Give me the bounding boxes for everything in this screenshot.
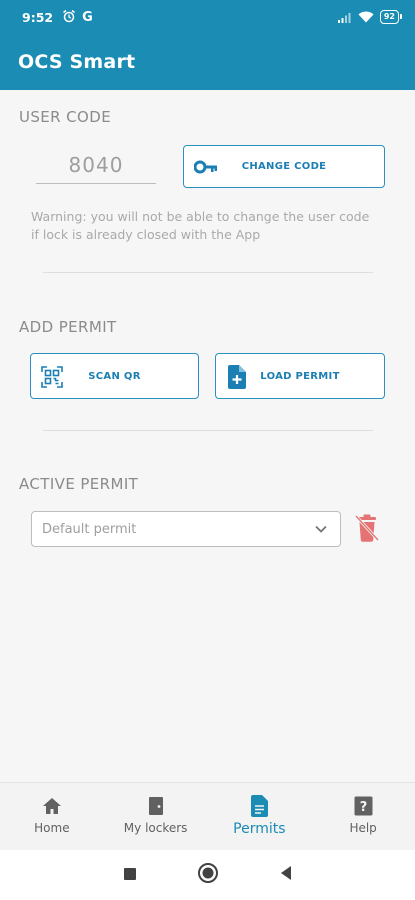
permit-selected-value: Default permit: [42, 521, 137, 537]
scan-qr-button[interactable]: SCAN QR: [30, 353, 199, 399]
user-code-field[interactable]: 8040: [36, 150, 156, 184]
help-icon: ?: [354, 795, 373, 817]
battery-icon: 92: [379, 10, 403, 24]
google-icon: G: [82, 9, 93, 25]
bottom-nav: Home My lockers Permits ? Help: [0, 782, 415, 850]
change-code-button[interactable]: CHANGE CODE: [183, 145, 385, 188]
svg-text:?: ?: [359, 800, 367, 815]
chevron-down-icon: [314, 522, 328, 540]
divider: [43, 272, 373, 273]
wifi-icon: [358, 8, 374, 27]
nav-label-home: Home: [34, 821, 70, 835]
add-permit-title: ADD PERMIT: [19, 318, 117, 336]
home-icon: [42, 795, 62, 817]
app-title: OCS Smart: [18, 51, 136, 73]
nav-label-my-lockers: My lockers: [123, 821, 188, 835]
add-file-icon: [228, 365, 246, 389]
nav-label-help: Help: [349, 821, 377, 835]
nav-item-permits[interactable]: Permits: [208, 783, 312, 850]
nav-item-my-lockers[interactable]: My lockers: [104, 783, 208, 850]
home-button[interactable]: [197, 862, 219, 888]
divider: [43, 430, 373, 431]
door-icon: [148, 795, 164, 817]
status-bar: 9:52 G 92: [0, 0, 415, 34]
load-permit-button[interactable]: LOAD PERMIT: [215, 353, 385, 399]
qr-scan-icon: [41, 366, 63, 388]
status-time: 9:52: [22, 9, 54, 25]
document-icon: [250, 795, 268, 817]
key-icon: [194, 157, 218, 177]
nav-item-help[interactable]: ? Help: [311, 783, 415, 850]
delete-permit-icon[interactable]: [354, 514, 380, 546]
signal-icon: [337, 8, 352, 27]
user-code-title: USER CODE: [19, 108, 112, 126]
recents-button[interactable]: [123, 866, 137, 885]
back-button[interactable]: [279, 865, 293, 885]
app-bar: OCS Smart: [0, 34, 415, 90]
permit-dropdown[interactable]: Default permit: [31, 511, 341, 547]
active-permit-title: ACTIVE PERMIT: [19, 475, 139, 493]
nav-label-permits: Permits: [233, 821, 286, 837]
alarm-icon: [62, 8, 76, 27]
user-code-warning: Warning: you will not be able to change …: [31, 209, 370, 242]
system-nav-bar: [0, 850, 415, 900]
nav-item-home[interactable]: Home: [0, 783, 104, 850]
